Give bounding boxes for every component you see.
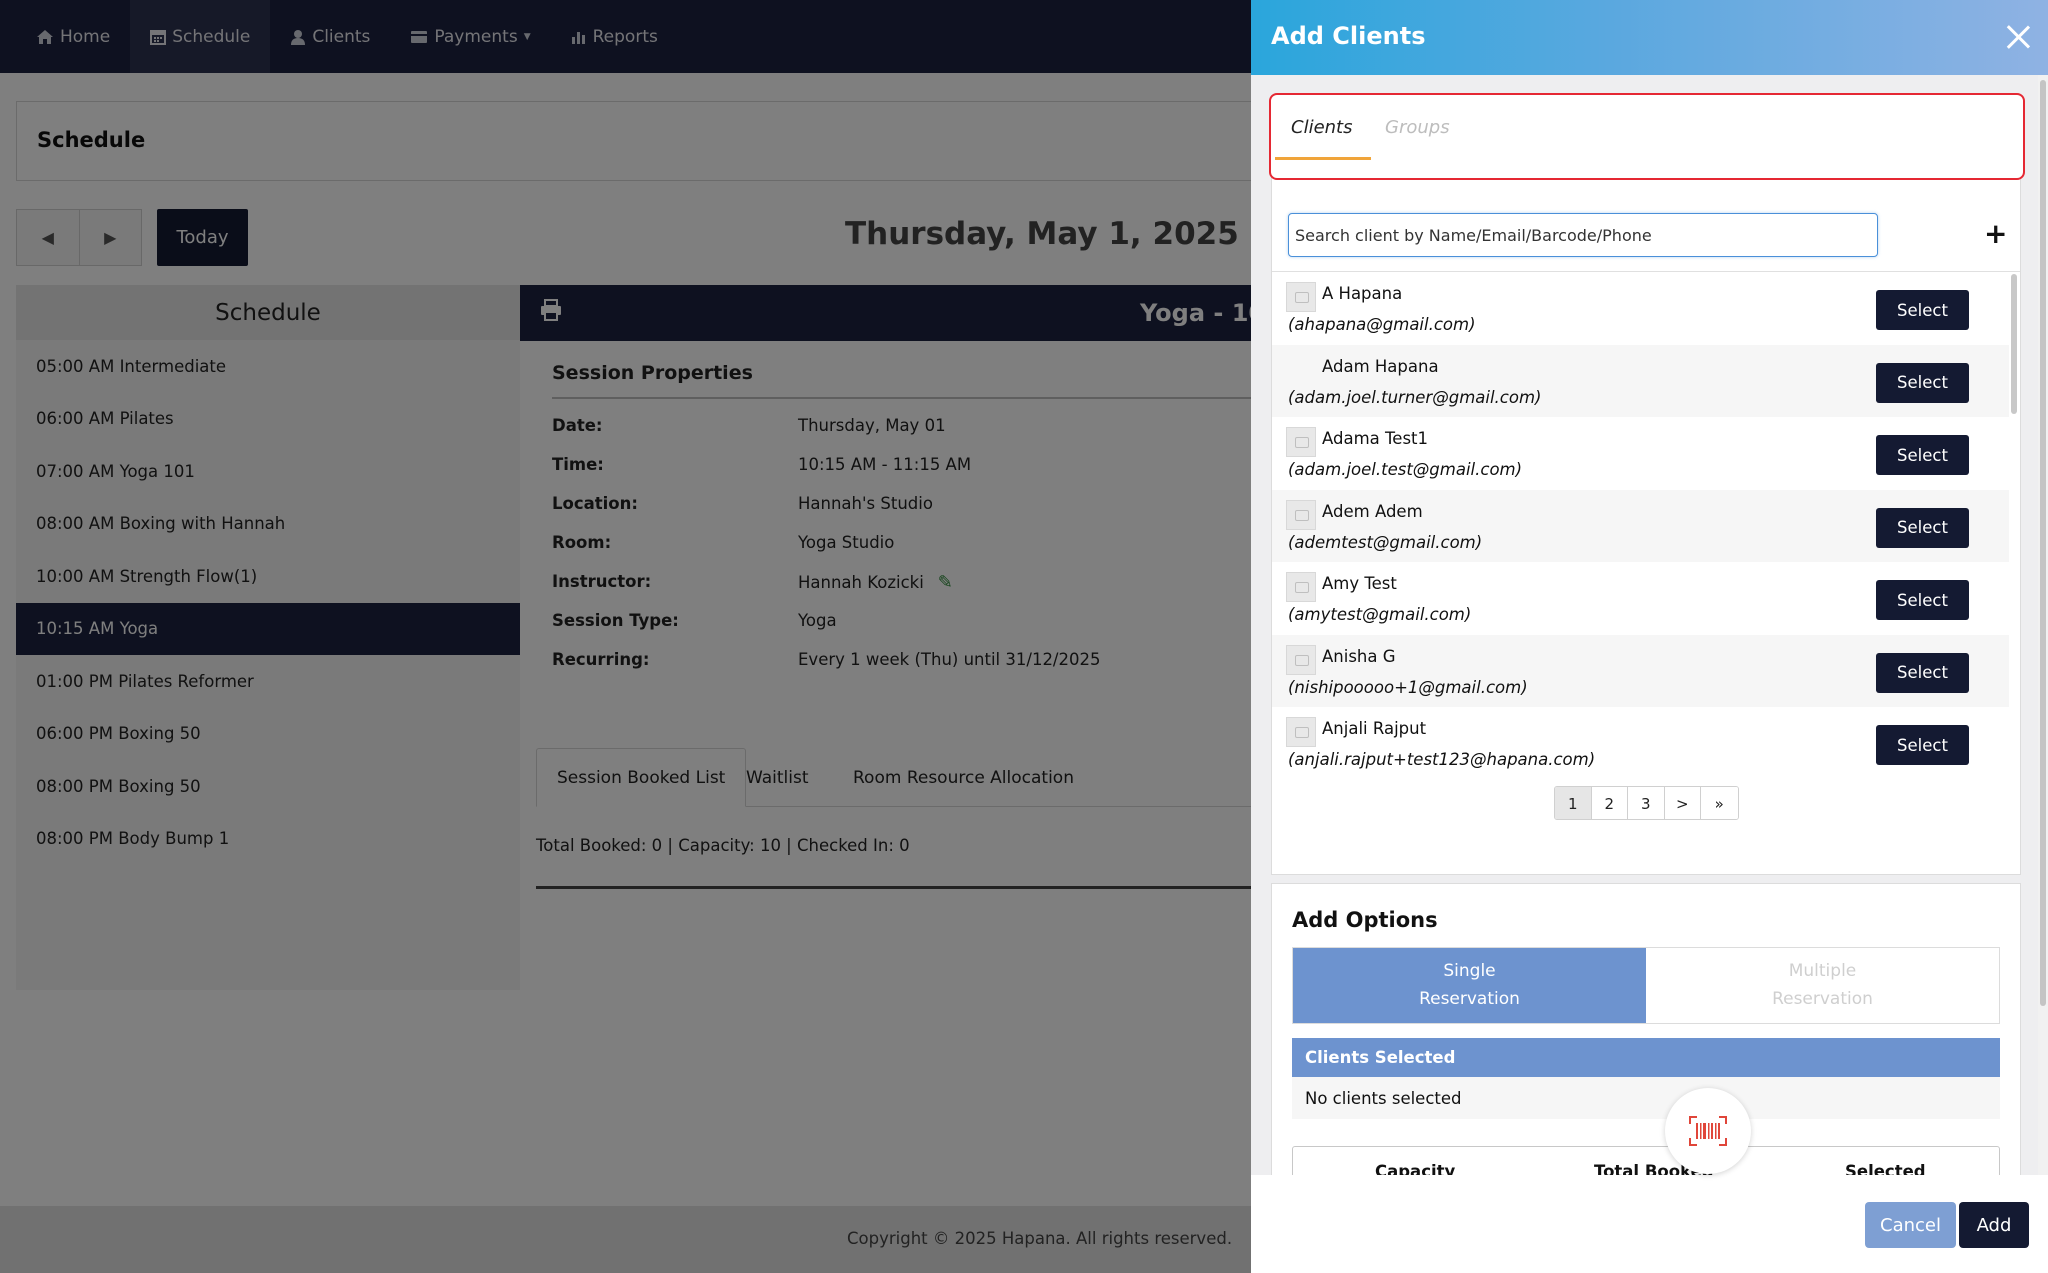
select-client-button[interactable]: Select (1876, 290, 1969, 330)
page-button[interactable]: 2 (1591, 787, 1628, 819)
drawer-title: Add Clients (1271, 22, 1426, 50)
close-icon[interactable] (2005, 24, 2031, 50)
add-options-title: Add Options (1292, 908, 1438, 932)
page-button[interactable]: 1 (1555, 787, 1592, 819)
avatar (1286, 427, 1316, 457)
select-client-button[interactable]: Select (1876, 580, 1969, 620)
client-name: Adam Hapana (1322, 356, 1439, 376)
drawer-footer: Cancel Add (1251, 1175, 2048, 1273)
client-name: Amy Test (1322, 574, 1397, 593)
client-email: (nishipooooo+1@gmail.com) (1288, 677, 1528, 697)
client-row: Amy Test (amytest@gmail.com) Select (1272, 562, 2009, 635)
single-reservation-option[interactable]: Single Reservation (1293, 948, 1646, 1023)
client-name: A Hapana (1322, 284, 1403, 303)
stat-capacity-label: Capacity (1375, 1162, 1456, 1175)
select-client-button[interactable]: Select (1876, 435, 1969, 475)
plus-icon[interactable]: + (1984, 220, 2007, 248)
client-row: Anisha G (nishipooooo+1@gmail.com) Select (1272, 634, 2009, 707)
select-client-button[interactable]: Select (1876, 725, 1969, 765)
avatar (1286, 282, 1316, 312)
client-search-card: Clients Groups + A Hapana (ahapana@gmail.… (1269, 93, 2025, 875)
client-row: A Hapana (ahapana@gmail.com) Select (1272, 272, 2009, 345)
reservation-type-toggle: Single Reservation Multiple Reservation (1292, 947, 2000, 1024)
pagination: 1 2 3 >» (1554, 786, 1739, 820)
client-group-tabs: Clients Groups (1269, 93, 2025, 180)
tab-groups[interactable]: Groups (1385, 117, 1450, 138)
avatar (1286, 572, 1316, 602)
add-button[interactable]: Add (1959, 1202, 2029, 1248)
avatar (1286, 355, 1316, 385)
drawer-scrollbar-thumb[interactable] (2040, 80, 2046, 1006)
select-client-button[interactable]: Select (1876, 362, 1969, 403)
select-client-button[interactable]: Select (1876, 652, 1969, 693)
avatar (1286, 499, 1316, 530)
client-email: (anjali.rajput+test123@hapana.com) (1288, 750, 1596, 769)
drawer-header: Add Clients (1251, 0, 2048, 75)
client-name: Adem Adem (1322, 501, 1423, 521)
client-name: Anisha G (1322, 646, 1396, 666)
avatar (1286, 644, 1316, 675)
modal-backdrop[interactable] (0, 0, 1251, 1273)
page-button[interactable]: » (1701, 787, 1738, 819)
schedule-app: Home Schedule Clients Payments ▼ Reports… (0, 0, 1251, 1273)
client-email: (ademtest@gmail.com) (1288, 532, 1483, 552)
barcode-icon (1689, 1116, 1727, 1146)
client-email: (adam.joel.turner@gmail.com) (1288, 387, 1542, 407)
client-email: (amytest@gmail.com) (1288, 605, 1472, 624)
capacity-stats: Capacity Total Booked Selected (1292, 1146, 2000, 1175)
client-list-scrollbar[interactable] (2011, 274, 2017, 414)
tab-clients[interactable]: Clients (1291, 117, 1353, 138)
client-name: Adama Test1 (1322, 429, 1429, 448)
barcode-scan-button[interactable] (1665, 1088, 1751, 1174)
client-email: (adam.joel.test@gmail.com) (1288, 460, 1523, 479)
client-row: Adem Adem (ademtest@gmail.com) Select (1272, 489, 2009, 562)
client-row: Adam Hapana (adam.joel.turner@gmail.com) S… (1272, 344, 2009, 417)
active-tab-underline (1275, 157, 1371, 160)
add-options-card: Add Options Single Reservation Multiple … (1271, 883, 2021, 1175)
clients-selected-empty: No clients selected (1292, 1077, 2000, 1119)
client-row: Adama Test1 (adam.joel.test@gmail.com) Sel… (1272, 417, 2009, 490)
page-button[interactable]: > (1664, 787, 1701, 819)
client-row: Anjali Rajput (anjali.rajput+test123@hapa… (1272, 707, 2009, 776)
multiple-reservation-option[interactable]: Multiple Reservation (1646, 948, 1999, 1023)
avatar (1286, 717, 1316, 747)
add-clients-drawer: Add Clients Clients Groups + A Hapana (ah… (1251, 0, 2048, 1273)
client-email: (ahapana@gmail.com) (1288, 315, 1476, 334)
drawer-body: Clients Groups + A Hapana (ahapana@gmail.… (1251, 75, 2048, 1175)
stat-selected-label: Selected (1845, 1162, 1926, 1175)
client-search-input[interactable] (1288, 213, 1878, 257)
client-list[interactable]: A Hapana (ahapana@gmail.com) Select Adam Ha… (1272, 271, 2020, 776)
client-name: Anjali Rajput (1322, 719, 1427, 738)
select-client-button[interactable]: Select (1876, 507, 1969, 548)
cancel-button[interactable]: Cancel (1865, 1202, 1956, 1248)
clients-selected-header: Clients Selected (1292, 1038, 2000, 1077)
page-button[interactable]: 3 (1628, 787, 1665, 819)
